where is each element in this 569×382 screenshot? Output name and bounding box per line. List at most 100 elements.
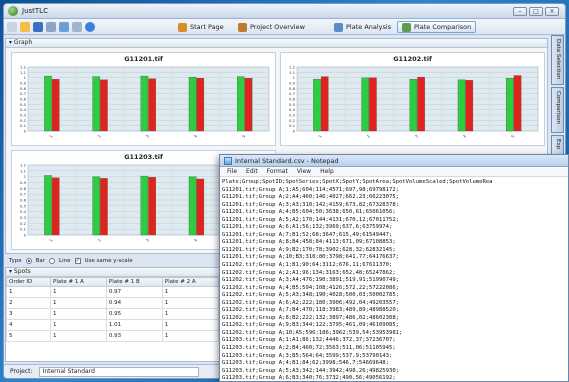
- bar: [51, 177, 60, 236]
- notepad-title-bar: Internal Standard.csv - Notepad: [220, 155, 568, 167]
- import-icon[interactable]: [72, 21, 82, 32]
- y-tick-label: 0.2: [289, 118, 296, 123]
- plate-comparison-label: Plate Comparison: [414, 23, 472, 31]
- export-icon[interactable]: [59, 21, 69, 32]
- column-header[interactable]: Plate # 2 A: [161, 277, 219, 287]
- menu-format[interactable]: Format: [267, 168, 288, 175]
- x-tick-label: 3: [144, 133, 150, 138]
- menu-help[interactable]: Help: [320, 168, 334, 175]
- bar: [506, 78, 514, 132]
- table-cell: 1: [161, 308, 219, 320]
- table-cell: 1: [50, 330, 107, 342]
- y-tick-label: 0.8: [20, 186, 27, 191]
- bar: [140, 75, 149, 132]
- plate-comparison-button[interactable]: Plate Comparison: [397, 21, 477, 33]
- y-tick-label: 0.4: [289, 107, 296, 112]
- notepad-line: G11202.tif;Group A;1;B1;90;64;3112;676,1…: [222, 262, 393, 269]
- notepad-text-area[interactable]: Plate;Group;SpotID;SpotSeries;SpotX;Spot…: [222, 179, 568, 381]
- bar: [465, 80, 474, 132]
- bar-radio[interactable]: [25, 257, 32, 264]
- y-tick-label: 0.2: [20, 221, 27, 226]
- x-tick-label: 3: [413, 133, 419, 138]
- type-label: Type: [9, 257, 22, 264]
- y-tick-label: 0: [293, 129, 296, 134]
- close-button[interactable]: ×: [545, 7, 559, 16]
- plate-comparison-icon: [402, 22, 411, 32]
- y-tick-label: 0.5: [20, 102, 27, 107]
- notepad-line: G11202.tif;Group A;9;B3;344;122;3795;461…: [222, 322, 399, 329]
- bar: [361, 77, 369, 132]
- y-tick-label: 0.9: [20, 81, 27, 86]
- table-cell: 1: [161, 286, 219, 298]
- notepad-line: G11201.tif;Group A;6;A1;56;132;3969;637,…: [222, 224, 393, 231]
- notepad-line: G11202.tif;Group A;6;A2;222;180;3906;492…: [222, 299, 399, 306]
- notepad-line: G11202.tif;Group A;3;A4;476;190;3891;519…: [222, 277, 399, 284]
- column-header[interactable]: Order ID: [6, 277, 51, 287]
- y-tick-label: 0.6: [20, 97, 27, 102]
- y-tick-label: 0.9: [289, 81, 296, 86]
- table-cell: 0.95: [105, 308, 163, 320]
- notepad-line: G11201.tif;Group A;3;A3;310;142;4159;673…: [222, 201, 399, 208]
- y-tick-label: 0.4: [20, 209, 27, 214]
- window-title: JustTLC: [22, 7, 48, 15]
- y-tick-label: 0.6: [20, 198, 27, 203]
- y-tick-label: 0.7: [20, 192, 27, 197]
- x-tick-label: 5: [510, 133, 516, 138]
- open-folder-icon[interactable]: [20, 21, 30, 32]
- x-tick-label: 4: [193, 237, 199, 242]
- column-header[interactable]: Plate # 1 A: [50, 277, 107, 287]
- bar: [148, 177, 156, 236]
- toolbar: Start Page Project Overview Plate Analys…: [4, 19, 565, 35]
- y-tick-label: 0.9: [20, 180, 27, 185]
- same-yscale-checkbox[interactable]: ✓: [74, 257, 81, 264]
- line-radio[interactable]: [49, 257, 56, 264]
- plate-analysis-icon: [334, 22, 343, 32]
- minimize-button[interactable]: –: [513, 7, 527, 16]
- table-cell: 1: [161, 330, 219, 342]
- x-tick-label: 5: [241, 133, 247, 138]
- y-tick-label: 0.3: [289, 113, 296, 118]
- menu-file[interactable]: File: [227, 168, 237, 175]
- menu-edit[interactable]: Edit: [246, 168, 258, 175]
- plate-analysis-button[interactable]: Plate Analysis: [330, 21, 395, 33]
- side-tab-exp[interactable]: Exp: [551, 135, 564, 155]
- table-cell: 1: [50, 319, 107, 331]
- menu-icon[interactable]: [7, 21, 17, 32]
- bar-radio-label: Bar: [35, 257, 46, 264]
- y-tick-label: 0: [24, 129, 27, 134]
- notepad-line: G11203.tif;Group A;1;A1;86;132;4446;372,…: [222, 337, 396, 344]
- table-cell: 3: [6, 308, 51, 320]
- y-tick-label: 0.1: [20, 227, 27, 232]
- project-overview-button[interactable]: Project Overview: [234, 21, 309, 33]
- help-icon[interactable]: [85, 21, 95, 32]
- notepad-line: G11201.tif;Group A;2;A4;460;146;4027;662…: [222, 194, 399, 201]
- bar: [237, 76, 245, 132]
- column-header[interactable]: Plate # 1 B: [105, 277, 163, 287]
- notepad-window: Internal Standard.csv - Notepad File Edi…: [219, 154, 569, 382]
- notepad-line: G11202.tif;Group A;10;A5;596;186;3962;53…: [222, 329, 403, 336]
- table-cell: 5: [6, 330, 51, 342]
- same-yscale-label: Use same y-scale: [84, 257, 133, 264]
- side-tab-comparison[interactable]: Comparison: [551, 87, 564, 133]
- notepad-line: G11202.tif;Group A;7;B4;470;118;3983;489…: [222, 307, 399, 314]
- maximize-button[interactable]: □: [529, 7, 543, 16]
- y-tick-label: 0.1: [20, 123, 27, 128]
- notepad-line: G11202.tif;Group A;4;B5;594;108;4126;572…: [222, 284, 399, 291]
- notepad-line: G11201.tif;Group A;8;B4;458;84;4113;671,…: [222, 239, 396, 246]
- x-tick-label: 4: [193, 133, 199, 138]
- y-tick-label: 0.6: [289, 97, 296, 102]
- graph-panel-header[interactable]: ▾ Graph: [6, 39, 547, 48]
- side-tab-data-selection[interactable]: Data Selection: [551, 35, 564, 85]
- table-cell: 2: [6, 297, 51, 309]
- menu-view[interactable]: View: [297, 168, 311, 175]
- bar: [417, 76, 425, 132]
- start-page-button[interactable]: Start Page: [174, 21, 228, 33]
- y-tick-label: 1: [24, 174, 27, 179]
- notepad-line: G11202.tif;Group A;5;A3;348;190;4028;500…: [222, 292, 399, 299]
- x-tick-label: 1: [48, 237, 54, 242]
- notepad-line: Plate;Group;SpotID;SpotSeries;SpotX;Spot…: [222, 179, 493, 185]
- project-label: Project:: [10, 368, 33, 375]
- save-icon[interactable]: [33, 21, 43, 32]
- print-icon[interactable]: [46, 21, 56, 32]
- notepad-line: G11201.tif;Group A;9;B2;170;78;3902;628,…: [222, 246, 396, 253]
